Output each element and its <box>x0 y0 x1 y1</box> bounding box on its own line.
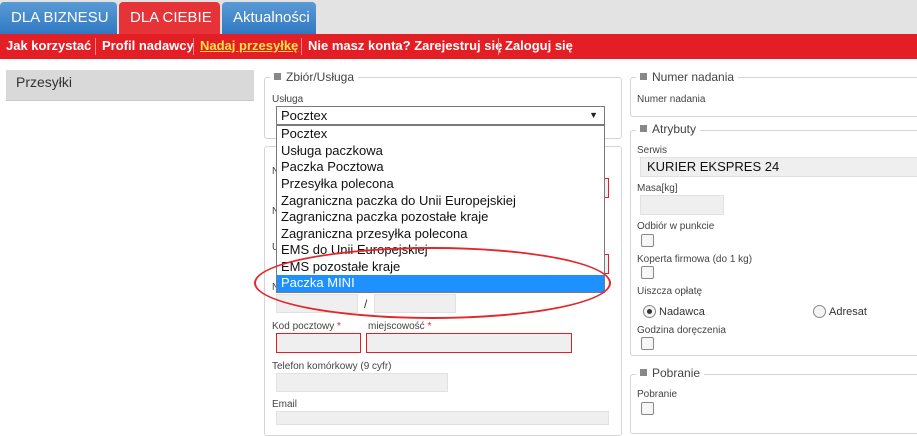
usluga-select[interactable]: Pocztex ▼ <box>276 106 605 125</box>
serwis-label: Serwis <box>637 145 668 156</box>
pobranie-fieldset <box>630 374 917 434</box>
dropdown-option[interactable]: Zagraniczna przesyłka polecona <box>277 226 604 243</box>
dropdown-option[interactable]: Paczka Pocztowa <box>277 159 604 176</box>
email-label: Email <box>272 399 298 410</box>
radio-adresat-label: Adresat <box>829 306 867 318</box>
miejscowosc-input[interactable] <box>366 333 572 353</box>
atrybuty-legend: Atrybuty <box>636 122 701 136</box>
radio-nadawca[interactable] <box>643 305 656 318</box>
pobranie-checkbox[interactable] <box>641 402 654 415</box>
koperta-checkbox[interactable] <box>641 266 654 279</box>
legend-square-icon <box>640 73 647 80</box>
nav-profil-nadawcy[interactable]: Profil nadawcy <box>102 34 194 59</box>
dropdown-option[interactable]: Przesyłka polecona <box>277 176 604 193</box>
uiszcza-label: Uiszcza opłatę <box>637 286 703 297</box>
nav-divider <box>301 38 302 55</box>
annotation-ellipse <box>254 247 611 319</box>
tab-dla-biznesu[interactable]: DLA BIZNESU <box>0 2 117 34</box>
telefon-label: Telefon komórkowy (9 cyfr) <box>272 361 392 372</box>
legend-square-icon <box>640 369 647 376</box>
kod-pocztowy-input[interactable] <box>276 333 361 353</box>
main-nav: Jak korzystać Profil nadawcy Nadaj przes… <box>0 34 917 59</box>
dropdown-option[interactable]: Zagraniczna paczka pozostałe kraje <box>277 209 604 226</box>
zbior-usluga-legend: Zbiór/Usługa <box>270 70 359 84</box>
pobranie-legend: Pobranie <box>636 366 705 380</box>
odbior-checkbox[interactable] <box>641 234 654 247</box>
atrybuty-title: Atrybuty <box>652 122 697 136</box>
dropdown-option[interactable]: Usługa paczkowa <box>277 143 604 160</box>
tab-dla-ciebie[interactable]: DLA CIEBIE <box>119 2 220 34</box>
serwis-field[interactable]: KURIER EKSPRES 24 <box>640 157 917 177</box>
dropdown-option[interactable]: Pocztex <box>277 126 604 143</box>
pobranie-label: Pobranie <box>637 389 678 400</box>
koperta-label: Koperta firmowa (do 1 kg) <box>637 254 753 265</box>
nav-zaloguj[interactable]: Zaloguj się <box>505 34 573 59</box>
godzina-label: Godzina doręczenia <box>637 325 726 336</box>
tab-aktualnosci[interactable]: Aktualności <box>222 2 316 34</box>
miejscowosc-label: miejscowość * <box>368 321 432 332</box>
zbior-usluga-title: Zbiór/Usługa <box>286 70 355 84</box>
nav-zarejestruj[interactable]: Nie masz konta? Zarejestruj się <box>308 34 502 59</box>
usluga-label: Usługa <box>272 94 304 105</box>
numer-nadania-label: Numer nadania <box>637 94 706 105</box>
kod-pocztowy-label: Kod pocztowy * <box>272 321 341 332</box>
sidebar-item-przesylki[interactable]: Przesyłki <box>6 70 254 101</box>
odbior-label: Odbiór w punkcie <box>637 221 715 232</box>
godzina-checkbox[interactable] <box>641 337 654 350</box>
top-tab-bar: DLA BIZNESU DLA CIEBIE Aktualności <box>0 0 917 34</box>
legend-square-icon <box>274 73 281 80</box>
numer-nadania-legend: Numer nadania <box>636 70 739 84</box>
masa-label: Masa[kg] <box>637 183 678 194</box>
nav-divider <box>193 38 194 55</box>
radio-nadawca-label: Nadawca <box>659 306 705 318</box>
dropdown-option[interactable]: Zagraniczna paczka do Unii Europejskiej <box>277 193 604 210</box>
pobranie-title: Pobranie <box>652 366 701 380</box>
masa-input[interactable] <box>640 195 724 215</box>
telefon-input[interactable] <box>276 373 448 392</box>
dropdown-arrow-icon[interactable]: ▼ <box>589 107 598 124</box>
radio-adresat[interactable] <box>813 305 826 318</box>
legend-square-icon <box>640 125 647 132</box>
nav-nadaj-przesylke[interactable]: Nadaj przesyłkę <box>200 34 298 59</box>
usluga-select-value: Pocztex <box>281 108 328 123</box>
nav-divider <box>498 38 499 55</box>
nav-divider <box>95 38 96 55</box>
numer-nadania-title: Numer nadania <box>652 70 735 84</box>
nav-jak-korzystac[interactable]: Jak korzystać <box>6 34 91 59</box>
